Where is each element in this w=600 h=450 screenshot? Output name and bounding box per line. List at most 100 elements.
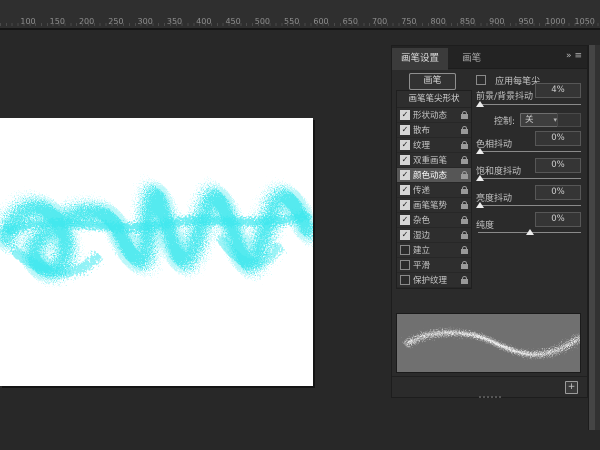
brush-tip-shape-item[interactable]: 画笔笔尖形状 xyxy=(397,91,471,108)
apply-per-tip-row: 应用每笔尖 xyxy=(476,69,581,87)
slider-thumb[interactable] xyxy=(476,175,485,181)
checkbox-icon[interactable] xyxy=(400,275,410,285)
brush-option-row[interactable]: ✓ 颜色动态 xyxy=(397,168,471,183)
ruler-label: 650 xyxy=(342,17,358,26)
lock-icon[interactable] xyxy=(461,186,468,194)
brightness-jitter-row: 亮度抖动 0% xyxy=(476,185,581,204)
brushes-button[interactable]: 画笔 xyxy=(409,73,456,90)
ruler-label: 150 xyxy=(49,17,65,26)
checkbox-icon[interactable]: ✓ xyxy=(400,230,410,240)
ruler-label: 850 xyxy=(459,17,476,26)
brush-option-row[interactable]: ✓ 杂色 xyxy=(397,213,471,228)
slider-thumb[interactable] xyxy=(476,101,485,107)
brush-option-row[interactable]: ✓ 形状动态 xyxy=(397,108,471,123)
brush-option-label: 传递 xyxy=(413,186,431,196)
checkbox-icon[interactable]: ✓ xyxy=(400,155,410,165)
brightness-jitter-slider[interactable] xyxy=(476,202,581,208)
lock-icon[interactable] xyxy=(461,276,468,284)
ruler-label: 900 xyxy=(489,17,505,26)
document-canvas[interactable] xyxy=(0,118,313,386)
brush-option-label: 颜色动态 xyxy=(413,171,448,181)
brush-option-label: 散布 xyxy=(413,126,431,136)
lock-icon[interactable] xyxy=(461,201,468,209)
checkbox-icon[interactable]: ✓ xyxy=(400,185,410,195)
purity-label: 纯度 xyxy=(476,221,495,231)
slider-thumb[interactable] xyxy=(476,148,485,154)
purity-slider[interactable] xyxy=(478,229,581,235)
ruler-label: 600 xyxy=(313,17,329,26)
purity-value[interactable]: 0% xyxy=(535,212,581,227)
hue-jitter-value[interactable]: 0% xyxy=(535,131,581,146)
panel-header-icons: » ≡ xyxy=(563,46,582,68)
lock-icon[interactable] xyxy=(461,156,468,164)
lock-icon[interactable] xyxy=(461,216,468,224)
hue-jitter-slider[interactable] xyxy=(476,148,581,154)
brush-option-row[interactable]: 保护纹理 xyxy=(397,273,471,288)
checkbox-icon[interactable]: ✓ xyxy=(400,140,410,150)
ruler-label: 950 xyxy=(518,17,534,26)
control-dropdown[interactable]: 关 ▾ xyxy=(520,113,562,127)
brush-option-label: 湿边 xyxy=(413,231,431,241)
checkbox-icon[interactable]: ✓ xyxy=(400,170,410,180)
lock-icon[interactable] xyxy=(461,246,468,254)
ruler-label: 750 xyxy=(401,17,417,26)
control-label: 控制: xyxy=(494,117,516,127)
checkbox-icon[interactable]: ✓ xyxy=(400,125,410,135)
slider-thumb[interactable] xyxy=(476,202,485,208)
slider-thumb[interactable] xyxy=(525,229,534,235)
brightness-jitter-value[interactable]: 0% xyxy=(535,185,581,200)
lock-icon[interactable] xyxy=(461,126,468,134)
brush-option-row[interactable]: ✓ 湿边 xyxy=(397,228,471,243)
brush-option-label: 建立 xyxy=(413,246,431,256)
panel-tab-bar: 画笔设置 画笔 » ≡ xyxy=(392,46,587,70)
tab-brush-settings[interactable]: 画笔设置 xyxy=(392,48,449,70)
panel-content: 画笔 画笔笔尖形状 ✓ 形状动态 ✓ 散布 ✓ 纹理 ✓ 双重画笔 ✓ 颜色动态… xyxy=(392,68,587,397)
lock-icon[interactable] xyxy=(461,261,468,269)
checkbox-icon[interactable]: ✓ xyxy=(400,200,410,210)
brush-option-row[interactable]: ✓ 双重画笔 xyxy=(397,153,471,168)
collapse-panel-icon[interactable]: » xyxy=(566,51,572,61)
hue-jitter-row: 色相抖动 0% xyxy=(476,131,581,150)
checkbox-icon[interactable] xyxy=(400,245,410,255)
lock-icon[interactable] xyxy=(461,111,468,119)
saturation-jitter-slider[interactable] xyxy=(476,175,581,181)
brush-option-label: 双重画笔 xyxy=(413,156,448,166)
brush-option-label: 画笔笔势 xyxy=(413,201,448,211)
tab-brushes[interactable]: 画笔 xyxy=(453,48,490,70)
fg-bg-jitter-slider[interactable] xyxy=(476,101,581,107)
checkbox-icon[interactable]: ✓ xyxy=(400,110,410,120)
ruler-label: 550 xyxy=(284,17,300,26)
lock-icon[interactable] xyxy=(461,231,468,239)
brush-option-row[interactable]: ✓ 画笔笔势 xyxy=(397,198,471,213)
brush-stroke-preview xyxy=(396,313,581,373)
ruler-label: 450 xyxy=(225,17,241,26)
panel-menu-icon[interactable]: ≡ xyxy=(574,51,582,61)
panel-dock-strip[interactable] xyxy=(588,45,600,430)
brush-option-row[interactable]: ✓ 传递 xyxy=(397,183,471,198)
lock-icon[interactable] xyxy=(461,141,468,149)
purity-row: 纯度 0% xyxy=(476,212,581,231)
new-brush-button[interactable]: + xyxy=(565,381,578,394)
lock-icon[interactable] xyxy=(461,171,468,179)
saturation-jitter-value[interactable]: 0% xyxy=(535,158,581,173)
ruler-label: 300 xyxy=(137,17,153,26)
ruler-label: 400 xyxy=(196,17,212,26)
ruler-label: 800 xyxy=(430,17,446,26)
brush-option-label: 纹理 xyxy=(413,141,431,151)
control-row: 控制: 关 ▾ xyxy=(476,113,581,127)
ruler-label: 200 xyxy=(78,17,95,26)
fg-bg-jitter-value[interactable]: 4% xyxy=(535,83,581,98)
brush-settings-panel: 画笔设置 画笔 » ≡ 画笔 画笔笔尖形状 ✓ 形状动态 ✓ 散布 ✓ 纹理 ✓ … xyxy=(391,45,588,398)
brush-stroke-artwork xyxy=(0,182,313,282)
brush-option-row[interactable]: 建立 xyxy=(397,243,471,258)
checkbox-icon[interactable] xyxy=(400,260,410,270)
brush-option-label: 形状动态 xyxy=(413,111,448,121)
brush-option-row[interactable]: 平滑 xyxy=(397,258,471,273)
brush-option-row[interactable]: ✓ 散布 xyxy=(397,123,471,138)
fg-bg-jitter-row: 前景/背景抖动 4% xyxy=(476,83,581,102)
checkbox-icon[interactable]: ✓ xyxy=(400,215,410,225)
ruler-label: 700 xyxy=(371,17,388,26)
saturation-jitter-row: 饱和度抖动 0% xyxy=(476,158,581,177)
ruler-label: 350 xyxy=(166,17,183,26)
brush-option-row[interactable]: ✓ 纹理 xyxy=(397,138,471,153)
